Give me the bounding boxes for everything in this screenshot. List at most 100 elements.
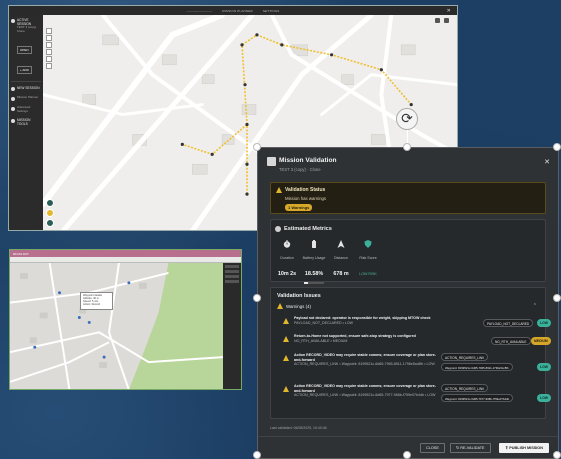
sidebar-item-active-session[interactable]: ACTIVE SESSION TEST 3 (copy) · Clone bbox=[11, 18, 41, 33]
session-icon bbox=[11, 87, 15, 92]
chevron-up-icon[interactable]: ⌃ bbox=[533, 303, 537, 309]
battery-usage-bar bbox=[304, 282, 324, 284]
issue-meta: NO_RTH_AVAILABLE • MEDIUM bbox=[294, 338, 348, 343]
metric-label: Battery Usage bbox=[302, 256, 326, 260]
issue-item: Action RECORD_VIDEO may require stable c… bbox=[283, 384, 551, 406]
estimated-metrics-card: Estimated Metrics Duration 10m 2s Batter… bbox=[270, 219, 546, 284]
window-close-icon[interactable]: ✕ bbox=[447, 8, 451, 14]
metric-value: 18.58% bbox=[304, 271, 324, 277]
metrics-title: Estimated Metrics bbox=[284, 226, 332, 232]
warnings-section-header[interactable]: Warnings (4) ⌃ bbox=[277, 303, 539, 311]
zoom-out-icon[interactable] bbox=[46, 35, 52, 41]
zoom-in-icon[interactable] bbox=[46, 28, 52, 34]
issue-code-tag: ACTION_REQUIRES_LINK bbox=[441, 384, 489, 392]
issue-code-tag: PAYLOAD_NOT_DECLARED bbox=[483, 319, 534, 327]
map-toolbar bbox=[46, 28, 52, 69]
sidebar-item-mission-tools[interactable]: MISSION TOOLS bbox=[11, 118, 41, 126]
draw-line-icon[interactable] bbox=[46, 49, 52, 55]
metric-battery: Battery Usage 18.58% bbox=[302, 238, 326, 284]
resize-handle-right[interactable] bbox=[553, 294, 561, 302]
issue-text-block: Action RECORD_VIDEO may require stable c… bbox=[294, 353, 436, 367]
last-validated-text: Last validated: 06/08/2025, 10:40:46 bbox=[270, 426, 327, 430]
window-title: RFA01.DAT bbox=[13, 251, 29, 256]
dialog-title: Mission Validation bbox=[279, 157, 337, 164]
sidebar-item-mission-planner[interactable]: Mission Planner bbox=[11, 96, 41, 102]
issue-meta: ACTION_REQUIRES_LINK • Waypoint: 8199521… bbox=[294, 393, 436, 398]
resize-handle-bottom[interactable] bbox=[403, 451, 411, 459]
resize-handle-top[interactable] bbox=[403, 143, 411, 151]
metric-label: Duration bbox=[280, 256, 294, 260]
draw-polygon-icon[interactable] bbox=[46, 42, 52, 48]
issues-title: Validation Issues bbox=[277, 293, 321, 299]
metric-label: Distance bbox=[334, 256, 348, 260]
issue-message: Action RECORD_VIDEO may require stable c… bbox=[294, 353, 436, 362]
issue-text-block: Return-to-Home not supported, ensure saf… bbox=[294, 334, 436, 343]
warning-icon bbox=[283, 318, 289, 324]
resize-handle-left[interactable] bbox=[253, 294, 261, 302]
status-message: Mission has warnings bbox=[285, 196, 327, 201]
settings-icon[interactable] bbox=[444, 18, 449, 23]
metric-value: 10m 2s bbox=[277, 271, 297, 277]
map-controls bbox=[435, 18, 449, 23]
close-icon[interactable]: ✕ bbox=[544, 158, 550, 166]
publish-label: PUBLISH MISSION bbox=[509, 446, 544, 450]
sidebar-item-new-session[interactable]: NEW SESSION bbox=[11, 86, 41, 92]
secondary-map-window: RFA01.DAT bbox=[9, 249, 242, 390]
warning-map-button[interactable] bbox=[46, 209, 54, 217]
pencil-icon bbox=[11, 119, 15, 124]
mission-validation-dialog: Mission Validation TEST 3 (copy) · Clone… bbox=[257, 147, 559, 459]
warning-icon bbox=[276, 187, 282, 193]
issue-text-block: Payload not declared: operator is respon… bbox=[294, 316, 436, 325]
warning-icon bbox=[283, 386, 289, 392]
shield-icon bbox=[364, 240, 372, 248]
panel-row bbox=[225, 280, 239, 283]
metric-value: LOW RISK bbox=[359, 272, 377, 276]
issue-meta: ACTION_REQUIRES_LINK • Waypoint: 8199521… bbox=[294, 362, 435, 367]
session-name: TEST 3 (copy) · Clone bbox=[17, 25, 39, 33]
issue-message: Return-to-Home not supported, ensure saf… bbox=[294, 334, 416, 338]
map-icon bbox=[11, 97, 15, 102]
locate-button[interactable] bbox=[46, 199, 54, 207]
panel-row bbox=[225, 265, 239, 268]
resize-handle-bottom-right[interactable] bbox=[553, 451, 561, 459]
rotate-icon[interactable]: ⟳ bbox=[396, 108, 418, 130]
panel-row bbox=[225, 270, 239, 273]
dialog-header: Mission Validation TEST 3 (copy) · Clone… bbox=[258, 148, 558, 179]
close-button[interactable]: CLOSE bbox=[420, 443, 445, 453]
resize-handle-top-right[interactable] bbox=[553, 143, 561, 151]
resize-handle-top-left[interactable] bbox=[253, 143, 261, 151]
publish-mission-button[interactable]: ⇪ PUBLISH MISSION bbox=[499, 443, 550, 453]
battery-usage-fill bbox=[304, 282, 308, 284]
severity-badge: LOW bbox=[537, 363, 551, 371]
map-canvas-secondary[interactable] bbox=[10, 263, 223, 390]
revalidate-button[interactable]: ↻ RE-VALIDATE bbox=[450, 443, 491, 453]
issue-meta: PAYLOAD_NOT_DECLARED • LOW bbox=[294, 320, 354, 325]
session-open-button[interactable]: OPEN bbox=[17, 46, 32, 55]
topbar-item-settings[interactable]: SETTINGS bbox=[263, 9, 280, 13]
panel-row bbox=[225, 275, 239, 278]
warning-icon bbox=[283, 355, 289, 361]
topbar-item[interactable]: ———————— bbox=[187, 9, 213, 13]
layers-map-button[interactable] bbox=[46, 219, 54, 227]
status-title: Validation Status bbox=[285, 187, 326, 193]
popup-line: Action: Record bbox=[83, 303, 101, 306]
sidebar-item-label: MISSION TOOLS bbox=[17, 118, 31, 127]
metric-duration: Duration 10m 2s bbox=[275, 238, 299, 280]
delete-icon[interactable] bbox=[46, 63, 52, 69]
sidebar-item-label: Advanced Settings bbox=[17, 105, 31, 113]
topbar-item-mission-planner[interactable]: MISSION PLANNER bbox=[222, 9, 253, 13]
layers-icon[interactable] bbox=[435, 18, 440, 23]
sidebar-item-advanced-settings[interactable]: Advanced Settings bbox=[11, 105, 41, 113]
waypoint-popup: Waypoint details Altitude: 40 m Speed: 5… bbox=[80, 292, 113, 310]
issue-item: Action RECORD_VIDEO may require stable c… bbox=[283, 353, 551, 375]
marker-icon[interactable] bbox=[46, 56, 52, 62]
add-button[interactable]: + ADD bbox=[17, 66, 32, 75]
clipboard-icon bbox=[267, 157, 276, 166]
dialog-subtitle: TEST 3 (copy) · Clone bbox=[279, 167, 321, 172]
session-icon bbox=[11, 19, 15, 23]
sidebar-item-label: NEW SESSION bbox=[17, 86, 40, 91]
window-titlebar: RFA01.DAT bbox=[10, 250, 241, 257]
warning-icon bbox=[277, 303, 283, 309]
metric-label: Risk Score bbox=[359, 256, 377, 260]
resize-handle-bottom-left[interactable] bbox=[253, 451, 261, 459]
